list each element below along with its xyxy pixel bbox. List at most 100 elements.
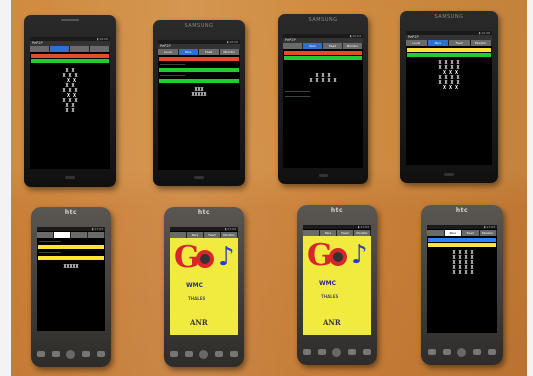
- htc-phone-1: htc ▮ 17:03 ──────────── ──────────── XX…: [31, 207, 111, 367]
- search-key[interactable]: [229, 351, 238, 357]
- search-key[interactable]: [96, 351, 105, 357]
- status-bar-green: [159, 68, 239, 72]
- htc-phone-2: htc ▮ 17:03 Pers Feed Monitor G ♪ WMC TH…: [164, 207, 244, 367]
- partner-logo-anr: ANR: [323, 318, 341, 327]
- status-bar-red: [159, 57, 239, 61]
- home-key[interactable]: [37, 351, 46, 357]
- photo-border-left: [0, 0, 11, 376]
- partner-logo-thales: THALES: [321, 294, 339, 299]
- samsung-phone-3: SAMSUNG ▮ 10:03 PeP2P Pers Feed Monitor …: [278, 14, 368, 184]
- tab-feed[interactable]: Feed: [462, 230, 480, 236]
- tab-1[interactable]: [30, 46, 50, 52]
- log-line: ──────────────: [285, 95, 311, 99]
- tab-bar: Pers Feed Monitor: [283, 43, 363, 49]
- back-key[interactable]: [215, 351, 224, 357]
- tab-feed[interactable]: Feed: [449, 40, 471, 46]
- tab-pers[interactable]: Pers: [303, 43, 323, 49]
- trackpad[interactable]: [332, 347, 342, 357]
- trackpad[interactable]: [66, 349, 76, 359]
- search-key[interactable]: [488, 349, 497, 355]
- phone-screen: ▮ 17:03 Pers Feed Monitor G ♪ WMC THALES…: [170, 227, 238, 335]
- tab-feed[interactable]: Feed: [323, 43, 343, 49]
- home-button: [65, 176, 75, 179]
- tab-local[interactable]: Local: [406, 40, 428, 46]
- tab-bar: Local Pers Feed Monitor: [158, 49, 240, 55]
- status-bar-green: [407, 53, 491, 57]
- menu-key[interactable]: [442, 349, 451, 355]
- tab-monitor[interactable]: Monitor: [343, 43, 363, 49]
- tab-pers[interactable]: Pers: [178, 49, 199, 55]
- log-line: ──────────────: [160, 74, 186, 78]
- tab-local[interactable]: Local: [158, 49, 179, 55]
- x-grid: XXX XXXXX: [191, 87, 207, 98]
- partner-logo-thales: THALES: [188, 296, 206, 301]
- splash-screen: G ♪ WMC THALES ANR: [303, 236, 371, 335]
- htc-phone-3: htc ▮ 17:03 Pers Feed Monitor G ♪ WMC TH…: [297, 205, 377, 365]
- status-bar-yellow: [38, 245, 104, 249]
- status-bar-green: [159, 79, 239, 83]
- search-key[interactable]: [362, 349, 371, 355]
- splash-screen: G ♪ WMC THALES ANR: [170, 238, 238, 335]
- tab-monitor[interactable]: Monitor: [219, 49, 240, 55]
- brand-label: SAMSUNG: [434, 14, 464, 20]
- partner-logo-anr: ANR: [190, 318, 208, 327]
- home-key[interactable]: [427, 349, 436, 355]
- tab-4[interactable]: [90, 46, 110, 52]
- back-key[interactable]: [473, 349, 482, 355]
- trackpad[interactable]: [199, 349, 209, 359]
- log-line: ──────────────: [160, 63, 186, 67]
- hardware-buttons: [303, 347, 371, 357]
- logo-tv-icon: [333, 252, 343, 262]
- tab-3[interactable]: [70, 46, 90, 52]
- status-bar-green: [31, 59, 109, 63]
- tab-1[interactable]: [37, 232, 54, 238]
- tab-3[interactable]: [71, 232, 88, 238]
- htc-phone-4: htc ▮ 17:03 Pers Feed Monitor X X X X X …: [421, 205, 503, 365]
- partner-logo-wmc: WMC: [319, 280, 336, 287]
- partner-logo-wmc: WMC: [186, 282, 203, 289]
- tab-bar: Local Pers Feed Monitor: [406, 40, 492, 46]
- status-bar-green: [284, 56, 362, 60]
- tab-4[interactable]: [88, 232, 105, 238]
- tab-monitor[interactable]: Monitor: [479, 230, 497, 236]
- brand-label: SAMSUNG: [184, 23, 214, 29]
- home-key[interactable]: [170, 351, 179, 357]
- status-bar-yellow: [428, 243, 496, 247]
- menu-key[interactable]: [184, 351, 193, 357]
- back-key[interactable]: [348, 349, 357, 355]
- log-line: ──────────────: [285, 90, 311, 94]
- samsung-phone-4: SAMSUNG ▮ 10:28 PeP2P Local Pers Feed Mo…: [400, 11, 498, 183]
- status-bar: ▮ 17:03: [37, 227, 105, 231]
- x-grid: X X X X X X X X X X X X X X X X X X X X …: [438, 60, 460, 91]
- status-bar: ▮ 17:03: [303, 225, 371, 229]
- log-line: ────────────: [39, 251, 61, 255]
- brand-label: htc: [64, 209, 78, 216]
- menu-key[interactable]: [51, 351, 60, 357]
- status-bar-blue: [428, 238, 496, 242]
- tab-1[interactable]: [283, 43, 303, 49]
- status-bar-red: [284, 51, 362, 55]
- tab-2[interactable]: [50, 46, 70, 52]
- tab-bar: [37, 232, 105, 238]
- trackpad[interactable]: [457, 347, 467, 357]
- music-note-icon: ♪: [351, 240, 368, 270]
- phone-screen: ▮ 17:03 Pers Feed Monitor G ♪ WMC THALES…: [303, 225, 371, 335]
- brand-label: htc: [455, 207, 469, 214]
- tab-2[interactable]: [54, 232, 71, 238]
- menu-key[interactable]: [317, 349, 326, 355]
- back-key[interactable]: [82, 351, 91, 357]
- home-key[interactable]: [303, 349, 312, 355]
- phone-screen: ▮ 17:03 Pers Feed Monitor X X X X X X X …: [427, 225, 497, 333]
- x-grid: X X X X X X X X: [309, 73, 337, 84]
- status-bar-yellow: [38, 256, 104, 260]
- tab-pers[interactable]: Pers: [427, 40, 449, 46]
- tab-feed[interactable]: Feed: [199, 49, 220, 55]
- samsung-phone-2: SAMSUNG ▮ 10:00 PeP2P Local Pers Feed Mo…: [153, 20, 245, 186]
- tab-1[interactable]: [427, 230, 445, 236]
- tab-pers[interactable]: Pers: [444, 230, 462, 236]
- hardware-buttons: [427, 347, 497, 357]
- status-bar-red: [31, 54, 109, 58]
- tab-monitor[interactable]: Monitor: [470, 40, 492, 46]
- phone-screen: ▮ 10:00 PeP2P X X X X X X X X X X X X X …: [30, 37, 110, 169]
- brand-label: SAMSUNG: [308, 17, 338, 23]
